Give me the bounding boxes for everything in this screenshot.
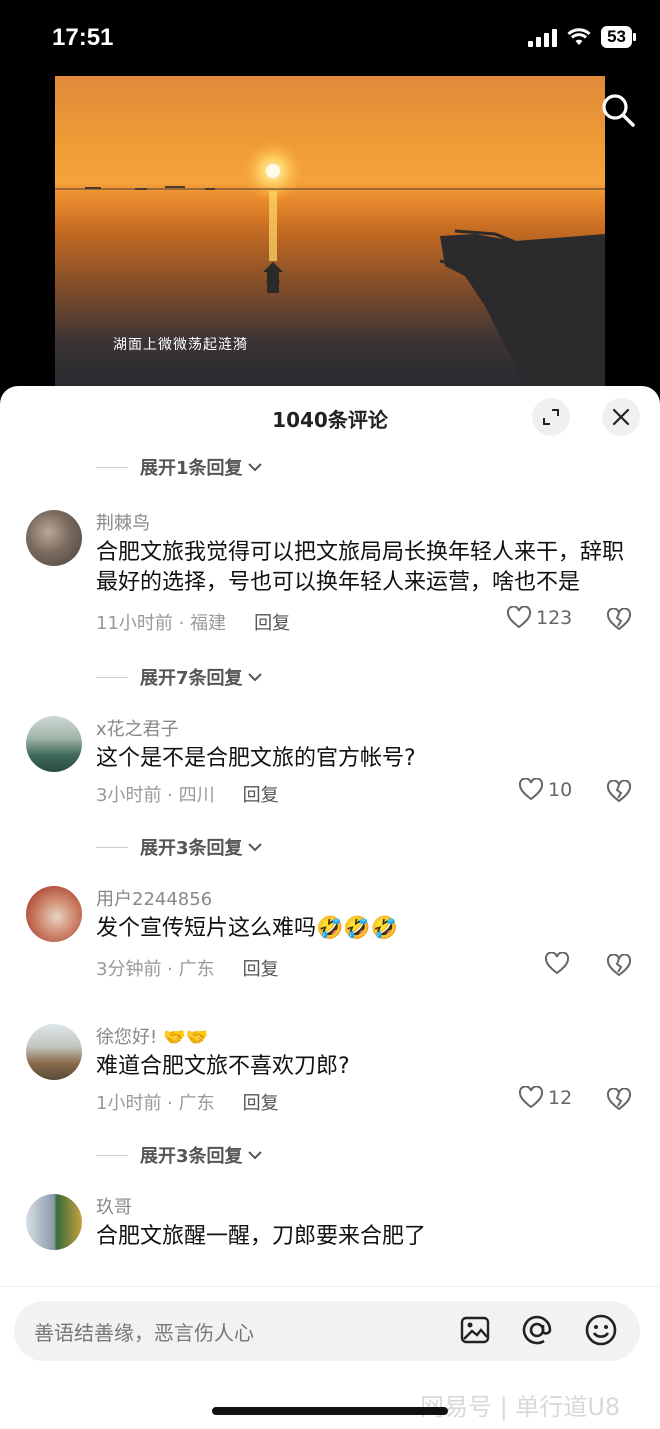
- chevron-down-icon: [247, 1151, 262, 1160]
- handshake-emoji: 🤝🤝: [163, 1027, 209, 1048]
- dislike-broken-heart-icon[interactable]: [606, 1088, 632, 1112]
- comment-time-location: 3小时前 · 四川: [96, 785, 215, 806]
- heart-icon: [506, 606, 532, 629]
- status-time: 17:51: [52, 24, 114, 51]
- watermark: 网易号 | 单行道U8: [420, 1393, 621, 1421]
- expand-replies-label: 展开7条回复: [140, 668, 243, 689]
- expand-icon: [543, 409, 559, 425]
- chevron-down-icon: [247, 673, 262, 682]
- divider: [96, 1154, 128, 1156]
- dislike-broken-heart-icon[interactable]: [606, 954, 632, 978]
- comment-username[interactable]: x花之君子: [96, 716, 630, 744]
- status-icons: 53: [528, 26, 636, 48]
- comment-item: 用户2244856 发个宣传短片这么难吗🤣🤣🤣 3分钟前 · 广东 回复: [0, 886, 660, 986]
- chevron-down-icon: [247, 843, 262, 852]
- fullscreen-button[interactable]: [532, 398, 570, 436]
- comment-input[interactable]: 善语结善缘，恶言伤人心: [14, 1301, 640, 1361]
- divider: [96, 466, 128, 468]
- close-button[interactable]: [602, 398, 640, 436]
- comment-meta: 11小时前 · 福建 回复 123: [96, 604, 632, 640]
- avatar[interactable]: [26, 886, 82, 942]
- reply-button[interactable]: 回复: [243, 781, 279, 807]
- comment-item: 徐您好! 🤝🤝 难道合肥文旅不喜欢刀郎? 1小时前 · 广东 回复 12: [0, 1024, 660, 1120]
- chevron-down-icon: [247, 463, 262, 472]
- emoji-icon[interactable]: [584, 1313, 618, 1347]
- expand-replies-button[interactable]: 展开3条回复: [0, 1140, 660, 1170]
- like-button[interactable]: [544, 952, 574, 976]
- comment-list: 展开1条回复 荆棘鸟 合肥文旅我觉得可以把文旅局局长换年轻人来干，辞职最好的选择…: [0, 450, 660, 1290]
- dislike-broken-heart-icon[interactable]: [606, 608, 632, 632]
- divider: [96, 676, 128, 678]
- comment-meta: 1小时前 · 广东 回复 12: [96, 1084, 632, 1120]
- divider: [96, 846, 128, 848]
- expand-replies-button[interactable]: 展开3条回复: [0, 832, 660, 862]
- input-placeholder: 善语结善缘，恶言伤人心: [34, 1321, 254, 1345]
- battery-indicator: 53: [601, 26, 636, 48]
- heart-icon: [518, 1086, 544, 1109]
- like-button[interactable]: 12: [518, 1086, 572, 1110]
- heart-icon: [544, 952, 570, 975]
- comment-username[interactable]: 荆棘鸟: [96, 510, 630, 538]
- search-icon[interactable]: [598, 90, 638, 130]
- like-count: 10: [548, 779, 573, 801]
- comment-sheet: 1040条评论 展开1条回复 荆棘鸟 合肥文旅我觉得可以把文旅局局长换年轻人来干…: [0, 386, 660, 1429]
- comment-time-location: 11小时前 · 福建: [96, 613, 227, 634]
- comment-item: 玖哥 合肥文旅醒一醒，刀郎要来合肥了: [0, 1194, 660, 1252]
- comment-meta: 3分钟前 · 广东 回复: [96, 950, 632, 986]
- comment-text: 合肥文旅我觉得可以把文旅局局长换年轻人来干，辞职最好的选择，号也可以换年轻人来运…: [96, 540, 625, 595]
- cellular-signal-icon: [528, 27, 558, 47]
- expand-replies-button[interactable]: 展开7条回复: [0, 662, 660, 692]
- close-icon: [612, 408, 630, 426]
- avatar[interactable]: [26, 716, 82, 772]
- expand-replies-label: 展开1条回复: [140, 458, 243, 479]
- video-player[interactable]: 湖面上微微荡起涟漪: [55, 76, 605, 386]
- comment-item: x花之君子 这个是不是合肥文旅的官方帐号? 3小时前 · 四川 回复 10: [0, 716, 660, 812]
- comment-item: 荆棘鸟 合肥文旅我觉得可以把文旅局局长换年轻人来干，辞职最好的选择，号也可以换年…: [0, 510, 660, 640]
- comment-username[interactable]: 徐您好! 🤝🤝: [96, 1024, 630, 1052]
- reply-button[interactable]: 回复: [243, 1089, 279, 1115]
- comment-time-location: 3分钟前 · 广东: [96, 959, 215, 980]
- heart-icon: [518, 778, 544, 801]
- home-indicator[interactable]: [212, 1407, 448, 1415]
- comment-meta: 3小时前 · 四川 回复 10: [96, 776, 632, 812]
- comment-text: 发个宣传短片这么难吗🤣🤣🤣: [96, 916, 399, 941]
- expand-replies-label: 展开3条回复: [140, 838, 243, 859]
- dislike-broken-heart-icon[interactable]: [606, 780, 632, 804]
- expand-replies-label: 展开3条回复: [140, 1146, 243, 1167]
- avatar[interactable]: [26, 510, 82, 566]
- expand-replies-button[interactable]: 展开1条回复: [0, 452, 660, 482]
- mention-icon[interactable]: [520, 1313, 554, 1347]
- like-count: 12: [548, 1087, 573, 1109]
- comment-time-location: 1小时前 · 广东: [96, 1093, 215, 1114]
- wifi-icon: [567, 28, 591, 45]
- like-button[interactable]: 10: [518, 778, 572, 802]
- comment-username[interactable]: 用户2244856: [96, 886, 630, 914]
- video-caption: 湖面上微微荡起涟漪: [113, 337, 248, 353]
- status-bar: 17:51 53: [0, 0, 660, 76]
- image-icon[interactable]: [458, 1313, 492, 1347]
- like-count: 123: [536, 607, 573, 629]
- avatar[interactable]: [26, 1194, 82, 1250]
- avatar[interactable]: [26, 1024, 82, 1080]
- comment-username[interactable]: 玖哥: [96, 1194, 630, 1222]
- comment-text: 这个是不是合肥文旅的官方帐号?: [96, 746, 416, 771]
- comment-text: 合肥文旅醒一醒，刀郎要来合肥了: [96, 1224, 427, 1249]
- reply-button[interactable]: 回复: [254, 609, 290, 635]
- reply-button[interactable]: 回复: [243, 955, 279, 981]
- like-button[interactable]: 123: [506, 606, 572, 630]
- comment-input-bar: 善语结善缘，恶言伤人心 网易号 | 单行道U8: [0, 1286, 660, 1429]
- comment-text: 难道合肥文旅不喜欢刀郎?: [96, 1054, 350, 1079]
- sheet-header: 1040条评论: [0, 386, 660, 450]
